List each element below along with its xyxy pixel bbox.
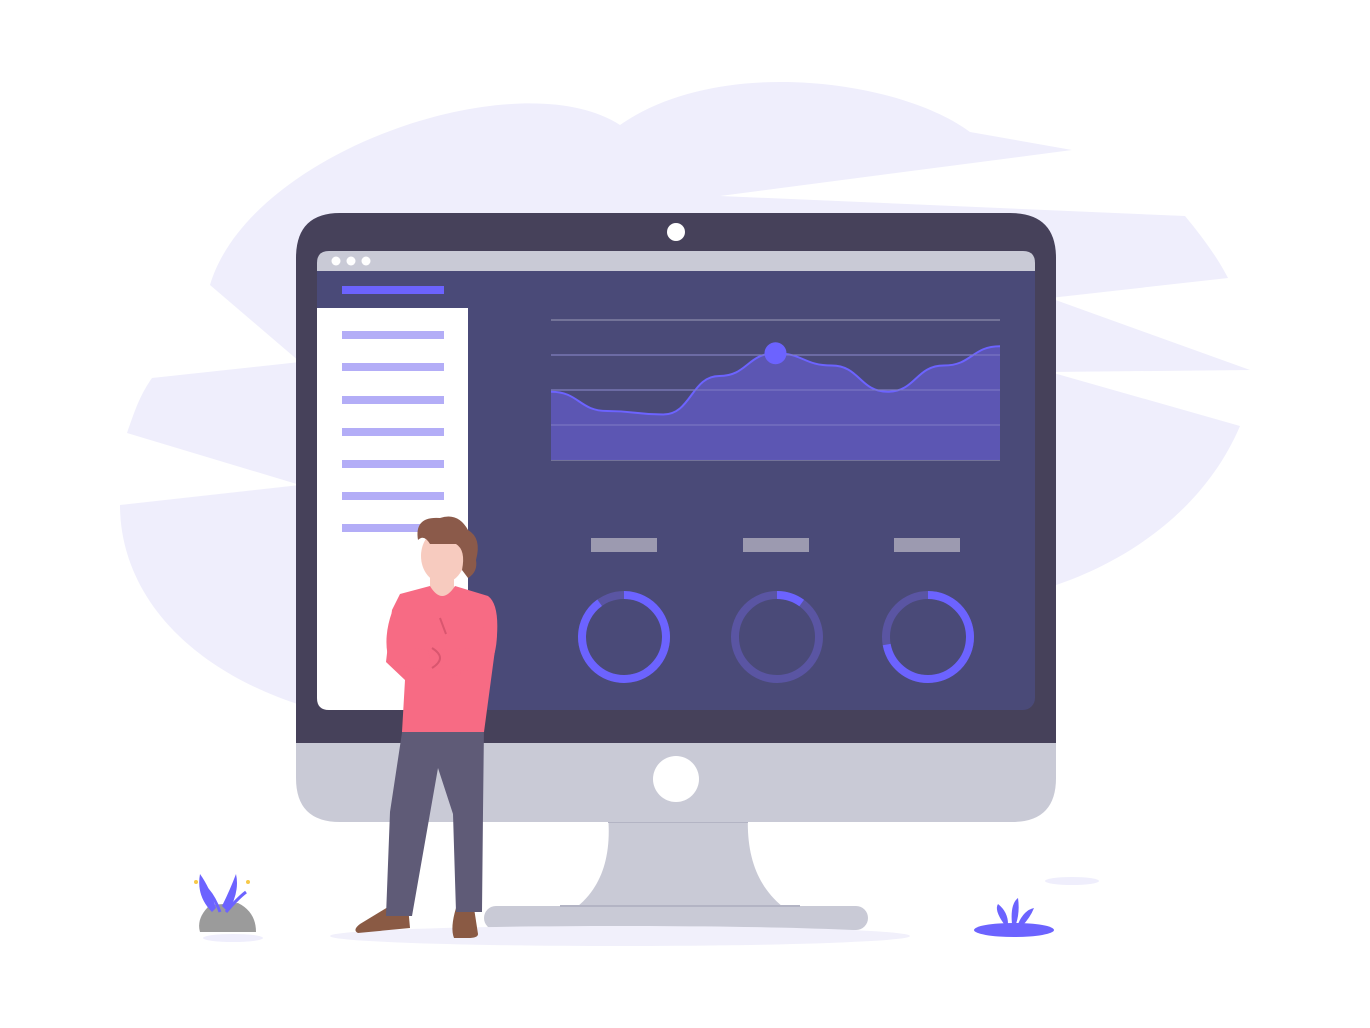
ground-shadow-small bbox=[1045, 877, 1099, 885]
sidebar-item[interactable] bbox=[342, 492, 444, 500]
gauge-label-placeholder bbox=[743, 538, 809, 552]
monitor-stand-neck bbox=[570, 815, 790, 912]
camera-dot-icon bbox=[667, 223, 685, 241]
plant-base bbox=[974, 923, 1054, 937]
ground-shadow-small bbox=[203, 934, 263, 942]
ground-shadow bbox=[330, 926, 910, 946]
monitor-logo-icon bbox=[653, 756, 699, 802]
plant-right bbox=[974, 898, 1054, 937]
sidebar-item[interactable] bbox=[342, 396, 444, 404]
leaf bbox=[199, 874, 216, 912]
sidebar-header-bar bbox=[342, 286, 444, 294]
illustration-canvas bbox=[0, 0, 1370, 1028]
window-controls-icon bbox=[331, 256, 371, 266]
sidebar-item[interactable] bbox=[342, 331, 444, 339]
sidebar-item[interactable] bbox=[342, 363, 444, 371]
gauge-label-placeholder bbox=[894, 538, 960, 552]
sidebar-item[interactable] bbox=[342, 460, 444, 468]
browser-titlebar bbox=[317, 251, 1035, 271]
right-shoe bbox=[452, 908, 478, 938]
gauge-label-placeholder bbox=[591, 538, 657, 552]
chart-point-icon bbox=[764, 342, 787, 365]
plant-left bbox=[194, 874, 256, 932]
dashboard-illustration bbox=[120, 81, 1250, 946]
sidebar-item[interactable] bbox=[342, 428, 444, 436]
